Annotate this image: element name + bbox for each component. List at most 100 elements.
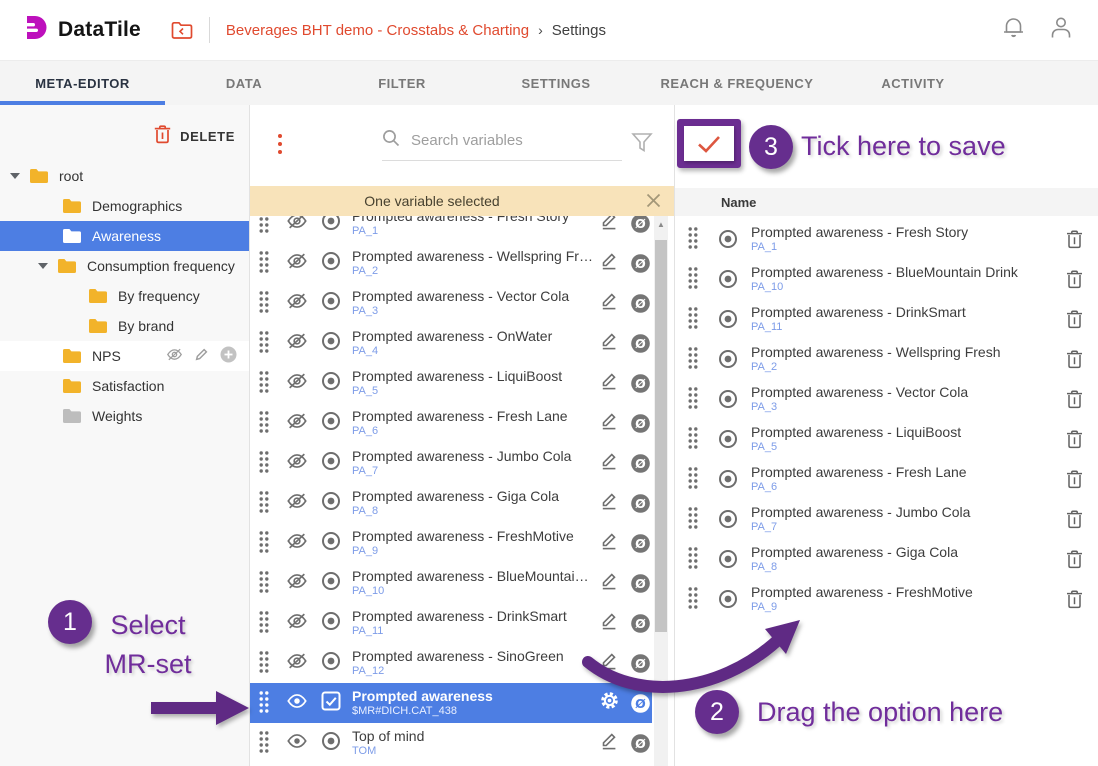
drag-handle-icon[interactable] bbox=[687, 227, 701, 251]
drag-handle-icon[interactable] bbox=[258, 611, 272, 635]
visibility-on-icon[interactable] bbox=[286, 730, 308, 757]
radio-single-icon[interactable] bbox=[320, 330, 342, 357]
variable-row[interactable]: Top of mind TOM Ø bbox=[250, 723, 652, 763]
empty-values-icon[interactable]: Ø bbox=[628, 293, 652, 314]
mrset-option-row[interactable]: Prompted awareness - Fresh Lane PA_6 bbox=[675, 459, 1098, 499]
radio-single-icon[interactable] bbox=[320, 570, 342, 597]
edit-pencil-icon[interactable] bbox=[599, 250, 619, 276]
variable-row[interactable]: Prompted awareness - Fresh Story PA_1 Ø bbox=[250, 216, 652, 243]
mrset-option-row[interactable]: Prompted awareness - BlueMountain Drink … bbox=[675, 259, 1098, 299]
caret-down-icon[interactable] bbox=[10, 173, 20, 179]
mrset-option-row[interactable]: Prompted awareness - LiquiBoost PA_5 bbox=[675, 419, 1098, 459]
drag-handle-icon[interactable] bbox=[258, 691, 272, 715]
delete-option-icon[interactable] bbox=[1064, 310, 1084, 329]
variable-row[interactable]: Prompted awareness - OnWater PA_4 Ø bbox=[250, 323, 652, 363]
radio-single-icon[interactable] bbox=[717, 588, 739, 610]
mrset-option-row[interactable]: Prompted awareness - Fresh Story PA_1 bbox=[675, 219, 1098, 259]
radio-single-icon[interactable] bbox=[320, 410, 342, 437]
radio-single-icon[interactable] bbox=[717, 428, 739, 450]
edit-pencil-icon[interactable] bbox=[599, 410, 619, 436]
notifications-bell-icon[interactable] bbox=[1003, 16, 1024, 44]
variable-row[interactable]: Prompted awareness - BlueMountain Drink … bbox=[250, 563, 652, 603]
delete-option-icon[interactable] bbox=[1064, 550, 1084, 569]
radio-single-icon[interactable] bbox=[320, 290, 342, 317]
variable-row[interactable]: Prompted awareness - Wellspring Fresh PA… bbox=[250, 243, 652, 283]
tree-item-weights[interactable]: Weights bbox=[0, 401, 249, 431]
empty-values-icon[interactable]: Ø bbox=[628, 613, 652, 634]
edit-pencil-icon[interactable] bbox=[599, 370, 619, 396]
delete-option-icon[interactable] bbox=[1064, 510, 1084, 529]
close-icon[interactable] bbox=[645, 192, 662, 209]
edit-pencil-icon[interactable] bbox=[599, 216, 619, 236]
visibility-off-icon[interactable] bbox=[286, 490, 308, 517]
save-tick-button[interactable] bbox=[684, 126, 734, 161]
mrset-option-row[interactable]: Prompted awareness - DrinkSmart PA_11 bbox=[675, 299, 1098, 339]
scrollbar-up-arrow[interactable]: ▲ bbox=[654, 216, 668, 232]
empty-values-icon[interactable]: Ø bbox=[628, 413, 652, 434]
visibility-off-icon[interactable] bbox=[286, 650, 308, 677]
visibility-off-icon[interactable] bbox=[286, 610, 308, 637]
variable-row[interactable]: Prompted awareness - LiquiBoost PA_5 Ø bbox=[250, 363, 652, 403]
kebab-menu-icon[interactable] bbox=[278, 134, 282, 154]
mrset-option-row[interactable]: Prompted awareness - FreshMotive PA_9 bbox=[675, 579, 1098, 619]
visibility-on-icon[interactable] bbox=[286, 690, 308, 717]
radio-single-icon[interactable] bbox=[717, 468, 739, 490]
drag-handle-icon[interactable] bbox=[687, 507, 701, 531]
tab-activity[interactable]: ACTIVITY bbox=[843, 61, 983, 105]
delete-option-icon[interactable] bbox=[1064, 230, 1084, 249]
filter-funnel-icon[interactable] bbox=[631, 132, 653, 153]
tab-filter[interactable]: FILTER bbox=[323, 61, 481, 105]
edit-pencil-icon[interactable] bbox=[599, 290, 619, 316]
visibility-off-icon[interactable] bbox=[286, 250, 308, 277]
breadcrumb-project-link[interactable]: Beverages BHT demo - Crosstabs & Chartin… bbox=[226, 22, 529, 39]
mrset-option-row[interactable]: Prompted awareness - Jumbo Cola PA_7 bbox=[675, 499, 1098, 539]
tab-meta-editor[interactable]: META-EDITOR bbox=[0, 61, 165, 105]
empty-values-icon[interactable]: Ø bbox=[628, 253, 652, 274]
empty-values-icon[interactable]: Ø bbox=[628, 693, 652, 714]
drag-handle-icon[interactable] bbox=[258, 251, 272, 275]
radio-single-icon[interactable] bbox=[320, 730, 342, 757]
visibility-off-icon[interactable] bbox=[286, 370, 308, 397]
drag-handle-icon[interactable] bbox=[687, 387, 701, 411]
empty-values-icon[interactable]: Ø bbox=[628, 453, 652, 474]
visibility-off-icon[interactable] bbox=[286, 330, 308, 357]
delete-option-icon[interactable] bbox=[1064, 350, 1084, 369]
empty-values-icon[interactable]: Ø bbox=[628, 333, 652, 354]
search-variables-input[interactable]: Search variables bbox=[382, 129, 622, 161]
delete-option-icon[interactable] bbox=[1064, 270, 1084, 289]
edit-pencil-icon[interactable] bbox=[599, 730, 619, 756]
visibility-off-icon[interactable] bbox=[286, 410, 308, 437]
edit-pencil-icon[interactable] bbox=[599, 610, 619, 636]
delete-option-icon[interactable] bbox=[1064, 590, 1084, 609]
variable-row[interactable]: Prompted awareness - DrinkSmart PA_11 Ø bbox=[250, 603, 652, 643]
drag-handle-icon[interactable] bbox=[258, 651, 272, 675]
empty-values-icon[interactable]: Ø bbox=[628, 493, 652, 514]
caret-down-icon[interactable] bbox=[38, 263, 48, 269]
radio-single-icon[interactable] bbox=[320, 370, 342, 397]
drag-handle-icon[interactable] bbox=[687, 347, 701, 371]
radio-single-icon[interactable] bbox=[717, 228, 739, 250]
scrollbar[interactable]: ▲ bbox=[654, 216, 668, 766]
edit-pencil-icon[interactable] bbox=[599, 490, 619, 516]
radio-single-icon[interactable] bbox=[320, 450, 342, 477]
radio-single-icon[interactable] bbox=[717, 308, 739, 330]
mrset-option-row[interactable]: Prompted awareness - Vector Cola PA_3 bbox=[675, 379, 1098, 419]
drag-handle-icon[interactable] bbox=[258, 451, 272, 475]
add-folder-icon[interactable] bbox=[220, 346, 237, 366]
variable-row[interactable]: Prompted awareness $MR#DICH.CAT_438 Ø bbox=[250, 683, 652, 723]
visibility-off-icon[interactable] bbox=[286, 530, 308, 557]
drag-handle-icon[interactable] bbox=[687, 587, 701, 611]
empty-values-icon[interactable]: Ø bbox=[628, 733, 652, 754]
visibility-off-icon[interactable] bbox=[286, 216, 308, 237]
settings-gear-icon[interactable] bbox=[599, 690, 620, 716]
drag-handle-icon[interactable] bbox=[258, 216, 272, 235]
radio-single-icon[interactable] bbox=[320, 530, 342, 557]
variable-row[interactable]: Prompted awareness - Giga Cola PA_8 Ø bbox=[250, 483, 652, 523]
empty-values-icon[interactable]: Ø bbox=[628, 653, 652, 674]
drag-handle-icon[interactable] bbox=[687, 547, 701, 571]
tree-item-satisfaction[interactable]: Satisfaction bbox=[0, 371, 249, 401]
delete-option-icon[interactable] bbox=[1064, 430, 1084, 449]
edit-pencil-icon[interactable] bbox=[599, 530, 619, 556]
drag-handle-icon[interactable] bbox=[258, 291, 272, 315]
variable-row[interactable]: Prompted awareness - FreshMotive PA_9 Ø bbox=[250, 523, 652, 563]
